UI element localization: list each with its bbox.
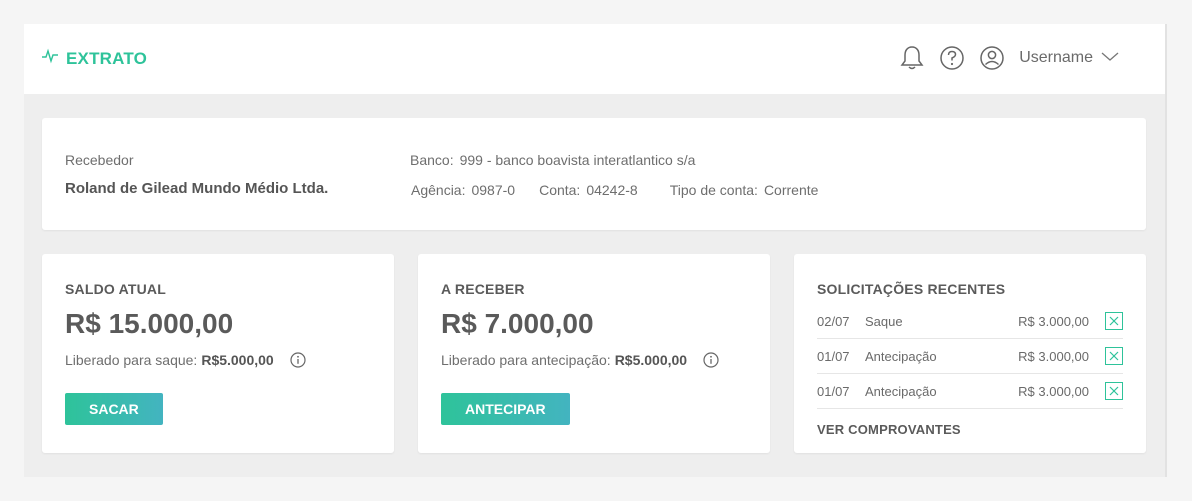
banco-label: Banco: (410, 152, 454, 168)
liberado-label: Liberado para antecipação: (441, 352, 611, 368)
help-icon[interactable] (939, 44, 965, 72)
conta-label: Conta: (539, 182, 581, 198)
saldo-title: SALDO ATUAL (65, 281, 166, 297)
saldo-value: R$ 15.000,00 (65, 308, 234, 339)
page-title: EXTRATO (66, 48, 148, 68)
cancel-icon[interactable] (1105, 312, 1123, 330)
receber-liberado: Liberado para antecipação: R$5.000,00 (441, 352, 719, 368)
chevron-down-icon (1101, 49, 1119, 67)
row-date: 02/07 (817, 313, 850, 329)
saldo-card: SALDO ATUAL R$ 15.000,00 Liberado para s… (42, 254, 394, 453)
user-menu[interactable]: Username (1019, 49, 1119, 67)
user-icon[interactable] (979, 44, 1005, 72)
recebedor-label: Recebedor (65, 152, 134, 168)
banco-row: Banco: 999 - banco boavista interatlantic… (410, 152, 695, 168)
list-item: 01/07 Antecipação R$ 3.000,00 (817, 374, 1123, 409)
liberado-label: Liberado para saque: (65, 352, 198, 368)
saldo-liberado: Liberado para saque: R$5.000,00 (65, 352, 306, 368)
info-icon[interactable] (290, 352, 306, 368)
row-amount: R$ 3.000,00 (1018, 348, 1089, 364)
row-type: Antecipação (865, 383, 937, 399)
account-row: Agência: 0987-0 Conta: 04242-8 Tipo de con… (411, 182, 818, 198)
liberado-value: R$5.000,00 (201, 352, 274, 368)
list-item: 01/07 Antecipação R$ 3.000,00 (817, 339, 1123, 374)
sacar-button[interactable]: SACAR (65, 393, 163, 425)
row-amount: R$ 3.000,00 (1018, 383, 1089, 399)
info-icon[interactable] (703, 352, 719, 368)
brand: EXTRATO (42, 48, 147, 69)
top-bar: EXTRATO Username (24, 24, 1165, 94)
row-type: Antecipação (865, 348, 937, 364)
solicitacoes-title: SOLICITAÇÕES RECENTES (817, 281, 1006, 297)
receber-card: A RECEBER R$ 7.000,00 Liberado para ante… (418, 254, 770, 453)
antecipar-button[interactable]: ANTECIPAR (441, 393, 570, 425)
row-amount: R$ 3.000,00 (1018, 313, 1089, 329)
tipo-label: Tipo de conta: (669, 182, 758, 198)
row-date: 01/07 (817, 348, 850, 364)
top-actions: Username (899, 44, 1119, 72)
ver-comprovantes-link[interactable]: VER COMPROVANTES (817, 422, 961, 437)
row-date: 01/07 (817, 383, 850, 399)
solicitacoes-list: 02/07 Saque R$ 3.000,00 01/07 Antecipaçã… (817, 304, 1123, 409)
receber-value: R$ 7.000,00 (441, 308, 594, 339)
solicitacoes-card: SOLICITAÇÕES RECENTES 02/07 Saque R$ 3.0… (794, 254, 1146, 453)
agencia-value: 0987-0 (471, 182, 516, 198)
bell-icon[interactable] (899, 44, 925, 72)
pulse-icon (42, 48, 58, 69)
recebedor-card: Recebedor Roland de Gilead Mundo Médio L… (42, 118, 1146, 230)
agencia-label: Agência: (411, 182, 466, 198)
row-type: Saque (865, 313, 903, 329)
app-frame: EXTRATO Username Recebedor Roland de Gil… (24, 24, 1167, 477)
cancel-icon[interactable] (1105, 382, 1123, 400)
receber-title: A RECEBER (441, 281, 525, 297)
username-label: Username (1019, 49, 1093, 66)
cancel-icon[interactable] (1105, 347, 1123, 365)
liberado-value: R$5.000,00 (614, 352, 688, 368)
tipo-value: Corrente (763, 182, 819, 198)
banco-value: 999 - banco boavista interatlantico s/a (459, 152, 696, 168)
list-item: 02/07 Saque R$ 3.000,00 (817, 304, 1123, 339)
recebedor-name: Roland de Gilead Mundo Médio Ltda. (65, 180, 329, 197)
conta-value: 04242-8 (586, 182, 638, 198)
